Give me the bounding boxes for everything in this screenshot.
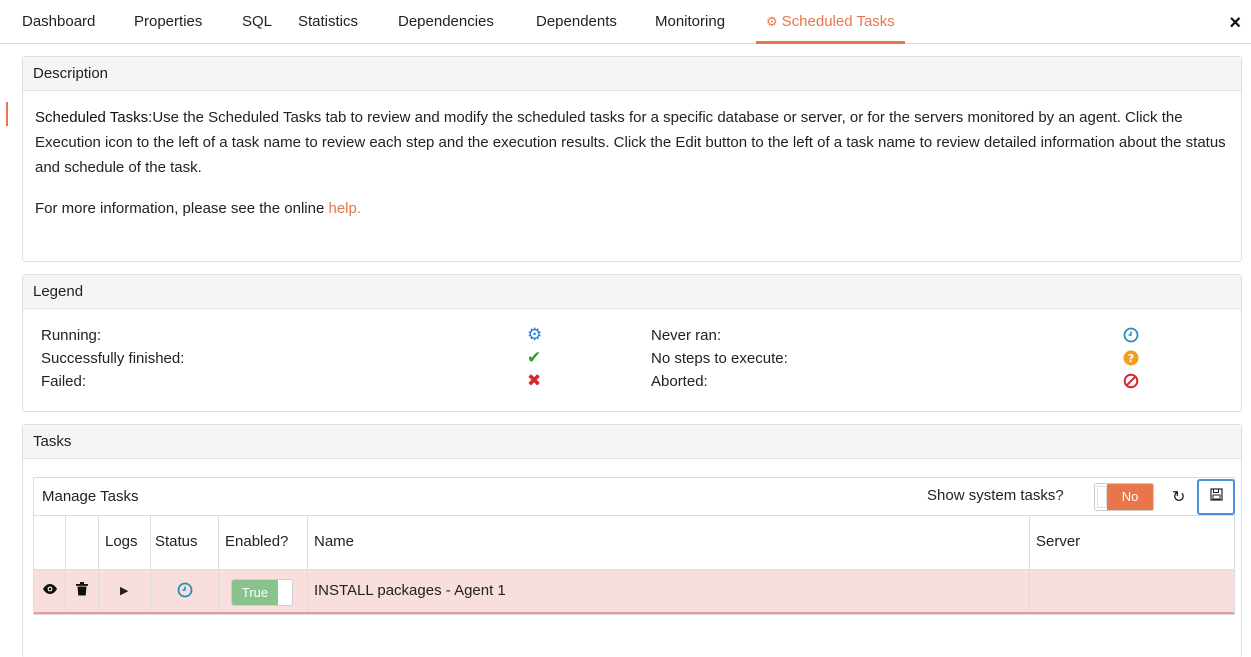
table-row[interactable]: ▶ True INSTALL packages - Agent 1: [34, 570, 1234, 614]
question-icon: ?: [1123, 350, 1139, 371]
show-system-tasks-toggle[interactable]: No: [1094, 483, 1154, 511]
enabled-toggle[interactable]: True: [231, 579, 293, 606]
manage-tasks-title: Manage Tasks: [42, 488, 139, 505]
ban-icon: [1123, 373, 1139, 394]
col-enabled-label: Enabled?: [225, 533, 289, 550]
col-delete: [66, 516, 99, 569]
expand-caret-icon[interactable]: ▶: [120, 584, 128, 597]
description-body: Scheduled Tasks:Use the Scheduled Tasks …: [23, 91, 1241, 221]
tab-dashboard[interactable]: Dashboard: [22, 0, 95, 44]
help-link[interactable]: help.: [329, 200, 362, 217]
svg-text:?: ?: [1128, 352, 1134, 365]
col-logs: Logs: [99, 516, 151, 569]
legend-never-ran-label: Never ran:: [651, 327, 722, 344]
legend-running-label: Running:: [41, 327, 102, 344]
refresh-icon[interactable]: ↻: [1172, 487, 1185, 507]
tab-scheduled-tasks[interactable]: ⚙ Scheduled Tasks: [756, 0, 905, 44]
close-icon[interactable]: ×: [1229, 12, 1241, 35]
more-info-text: For more information, please see the onl…: [35, 200, 325, 217]
left-edge-accent: [6, 102, 8, 126]
description-text: Use the Scheduled Tasks tab to review an…: [35, 109, 1226, 176]
legend-header: Legend: [23, 275, 1241, 309]
col-name: Name: [308, 516, 1030, 569]
col-logs-label: Logs: [105, 533, 138, 550]
legend-failed-label: Failed:: [41, 373, 87, 390]
save-icon: [1209, 488, 1223, 501]
gear-icon: ⚙: [527, 325, 543, 344]
description-paragraph: Scheduled Tasks:Use the Scheduled Tasks …: [35, 105, 1229, 180]
show-system-tasks-label: Show system tasks?: [927, 487, 1064, 504]
tab-dependents[interactable]: Dependents: [536, 0, 617, 44]
check-icon: ✔: [527, 348, 542, 367]
tab-monitoring[interactable]: Monitoring: [655, 0, 725, 44]
tab-dependencies[interactable]: Dependencies: [398, 0, 494, 44]
tab-scheduled-tasks-label: Scheduled Tasks: [781, 13, 895, 30]
toggle-knob: [1097, 486, 1107, 508]
clock-icon: [177, 582, 193, 602]
trash-icon[interactable]: [76, 582, 88, 600]
grid-toolbar: Manage Tasks Show system tasks? No ↻: [34, 478, 1235, 516]
col-name-label: Name: [314, 533, 355, 550]
gears-icon: ⚙: [766, 14, 778, 29]
col-server-label: Server: [1036, 533, 1081, 550]
tasks-panel: Tasks Manage Tasks Show system tasks? No…: [22, 424, 1242, 657]
legend-aborted-label: Aborted:: [651, 373, 708, 390]
legend-success-label: Successfully finished:: [41, 350, 185, 367]
task-name: INSTALL packages - Agent 1: [314, 582, 506, 599]
description-lead: Scheduled Tasks:: [35, 109, 153, 126]
description-header: Description: [23, 57, 1241, 91]
tab-properties[interactable]: Properties: [134, 0, 202, 44]
tab-sql[interactable]: SQL: [242, 0, 272, 44]
description-panel: Description Scheduled Tasks:Use the Sche…: [22, 56, 1242, 262]
col-server: Server: [1030, 516, 1236, 569]
x-icon: ✖: [527, 371, 542, 390]
eye-icon[interactable]: [42, 582, 58, 600]
tab-bar: Dashboard Properties SQL Statistics Depe…: [0, 0, 1251, 44]
tasks-header: Tasks: [23, 425, 1241, 459]
grid-column-headers: Logs Status Enabled? Name Server: [34, 516, 1234, 570]
col-view: [34, 516, 66, 569]
clock-icon: [1123, 327, 1139, 348]
legend-no-steps-label: No steps to execute:: [651, 350, 788, 367]
col-status: Status: [151, 516, 219, 569]
toggle-state-label: No: [1107, 484, 1153, 510]
enabled-toggle-label: True: [232, 580, 278, 605]
legend-panel: Legend Running: Successfully finished: F…: [22, 274, 1242, 412]
col-enabled: Enabled?: [219, 516, 308, 569]
tab-statistics[interactable]: Statistics: [298, 0, 358, 44]
col-status-label: Status: [155, 533, 198, 550]
more-info-line: For more information, please see the onl…: [35, 196, 1229, 221]
save-button[interactable]: [1197, 479, 1235, 515]
tasks-grid: Manage Tasks Show system tasks? No ↻ Log…: [33, 477, 1235, 615]
